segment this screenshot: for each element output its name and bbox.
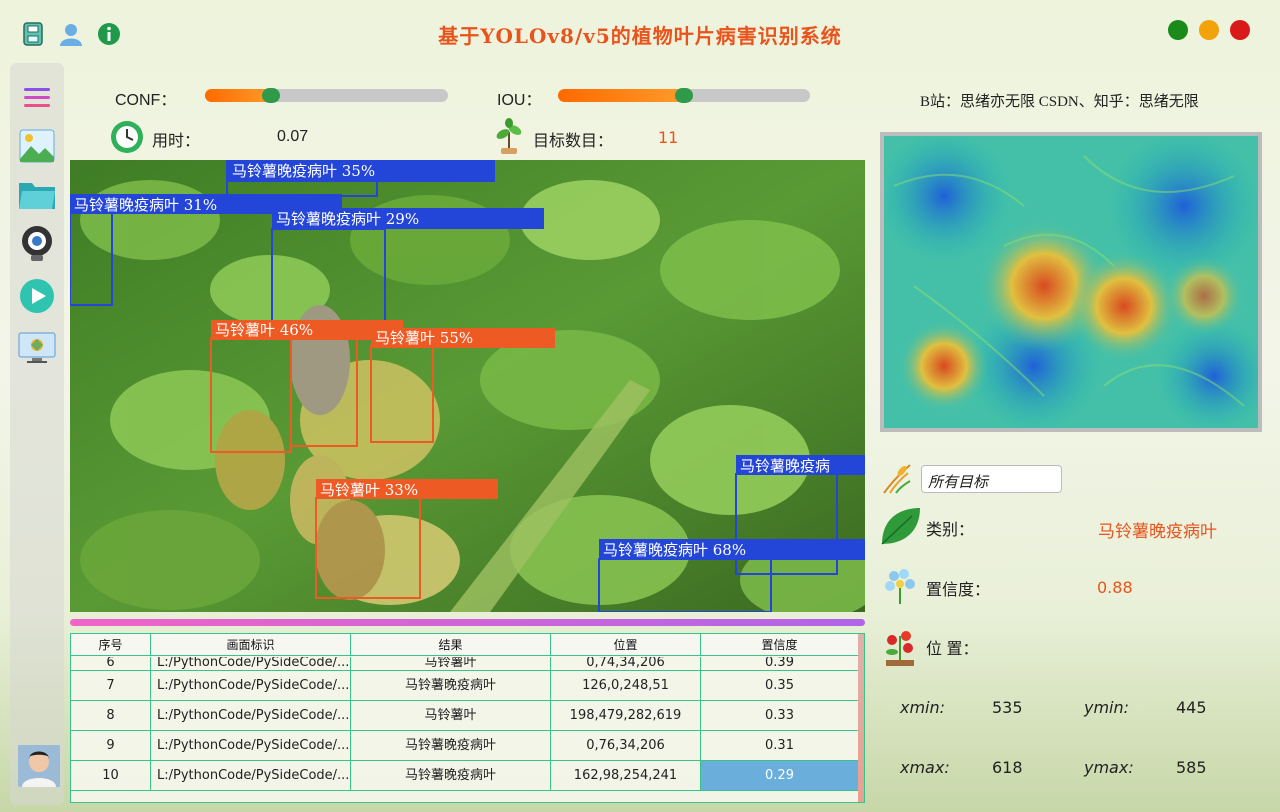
- table-cell: 0,74,34,206: [551, 657, 701, 670]
- detection-label: 马铃薯叶 33%: [320, 481, 418, 499]
- plant-icon: [495, 118, 523, 158]
- time-value: 0.07: [277, 128, 309, 145]
- close-button[interactable]: [1230, 20, 1250, 40]
- conf-label: CONF：: [115, 92, 177, 109]
- table-cell: 198,479,282,619: [551, 701, 701, 730]
- iou-slider[interactable]: [558, 88, 810, 103]
- detection-label: 马铃薯晚疫病叶 68%: [603, 541, 746, 559]
- table-cell-selected: 0.29: [701, 761, 859, 790]
- xmax-value: 618: [992, 758, 1023, 777]
- table-header-cell[interactable]: 序号: [71, 634, 151, 655]
- table-row[interactable]: 7 L:/PythonCode/PySideCode/... 马铃薯晚疫病叶 1…: [71, 671, 859, 701]
- class-value: 马铃薯晚疫病叶: [1098, 522, 1217, 542]
- table-cell: 6: [71, 657, 151, 670]
- image-progress-bar: [70, 619, 865, 626]
- table-scrollbar-thumb[interactable]: [858, 634, 864, 802]
- table-row[interactable]: 10 L:/PythonCode/PySideCode/... 马铃薯晚疫病叶 …: [71, 761, 859, 791]
- table-cell: 马铃薯叶: [351, 657, 551, 670]
- time-label: 用时：: [152, 133, 201, 150]
- ymin-value: 445: [1176, 698, 1207, 717]
- table-cell: 0.39: [701, 657, 859, 670]
- table-header: 序号 画面标识 结果 位置 置信度: [71, 634, 859, 656]
- table-cell: 马铃薯晚疫病叶: [351, 761, 551, 790]
- table-header-cell[interactable]: 结果: [351, 634, 551, 655]
- tomato-plant-icon: [880, 626, 920, 670]
- table-cell: 0,76,34,206: [551, 731, 701, 760]
- table-cell: 10: [71, 761, 151, 790]
- table-cell: L:/PythonCode/PySideCode/...: [151, 761, 351, 790]
- results-table: 序号 画面标识 结果 位置 置信度 6 L:/PythonCode/PySide…: [70, 633, 865, 803]
- table-row[interactable]: 6 L:/PythonCode/PySideCode/... 马铃薯叶 0,74…: [71, 657, 859, 671]
- confidence-label: 置信度：: [926, 582, 991, 599]
- table-row[interactable]: 8 L:/PythonCode/PySideCode/... 马铃薯叶 198,…: [71, 701, 859, 731]
- table-cell: L:/PythonCode/PySideCode/...: [151, 731, 351, 760]
- table-header-cell[interactable]: 置信度: [701, 634, 859, 655]
- ymin-label: ymin:: [1084, 698, 1130, 717]
- detection-label: 马铃薯晚疫病: [740, 457, 830, 475]
- table-cell: L:/PythonCode/PySideCode/...: [151, 671, 351, 700]
- xmax-label: xmax:: [900, 758, 950, 777]
- table-header-cell[interactable]: 画面标识: [151, 634, 351, 655]
- position-label: 位 置：: [926, 641, 979, 658]
- clock-icon: [110, 120, 144, 158]
- menu-icon[interactable]: [18, 79, 56, 117]
- table-header-cell[interactable]: 位置: [551, 634, 701, 655]
- table-cell: 7: [71, 671, 151, 700]
- detection-label: 马铃薯叶 46%: [215, 321, 313, 339]
- table-cell: L:/PythonCode/PySideCode/...: [151, 701, 351, 730]
- minimize-button[interactable]: [1199, 20, 1219, 40]
- monitor-icon[interactable]: [18, 329, 56, 367]
- conf-slider-handle[interactable]: [262, 88, 280, 103]
- confidence-value: 0.88: [1097, 578, 1133, 597]
- detection-label: 马铃薯晚疫病叶 35%: [232, 162, 375, 180]
- table-cell: 126,0,248,51: [551, 671, 701, 700]
- maximize-button[interactable]: [1168, 20, 1188, 40]
- avatar[interactable]: [18, 745, 60, 787]
- count-label: 目标数目：: [533, 133, 614, 150]
- folder-icon[interactable]: [18, 176, 56, 214]
- sidebar: [10, 63, 64, 805]
- heatmap-image[interactable]: [874, 126, 1274, 436]
- ymax-value: 585: [1176, 758, 1207, 777]
- window-controls: [1168, 20, 1250, 40]
- detection-image[interactable]: 马铃薯晚疫病叶 35% 马铃薯晚疫病叶 31% 马铃薯晚疫病叶 29% 马铃薯叶…: [70, 160, 865, 612]
- table-cell: 9: [71, 731, 151, 760]
- image-icon[interactable]: [18, 127, 56, 165]
- table-cell: 马铃薯晚疫病叶: [351, 671, 551, 700]
- app-title: 基于YOLOv8/v5的植物叶片病害识别系统: [438, 24, 842, 48]
- flower-icon: [882, 566, 918, 608]
- leaf-icon: [878, 504, 922, 552]
- class-label: 类别：: [926, 522, 975, 539]
- table-cell: 162,98,254,241: [551, 761, 701, 790]
- camera-icon[interactable]: [18, 225, 56, 263]
- detection-label: 马铃薯叶 55%: [375, 329, 473, 347]
- table-cell: 0.33: [701, 701, 859, 730]
- table-scrollbar[interactable]: [858, 634, 864, 802]
- table-row[interactable]: 9 L:/PythonCode/PySideCode/... 马铃薯晚疫病叶 0…: [71, 731, 859, 761]
- detection-label: 马铃薯晚疫病叶 29%: [276, 210, 419, 228]
- play-icon[interactable]: [18, 277, 56, 315]
- table-cell: 马铃薯叶: [351, 701, 551, 730]
- table-body: 6 L:/PythonCode/PySideCode/... 马铃薯叶 0,74…: [71, 657, 859, 791]
- table-cell: 马铃薯晚疫病叶: [351, 731, 551, 760]
- ymax-label: ymax:: [1084, 758, 1134, 777]
- table-cell: 0.35: [701, 671, 859, 700]
- iou-label: IOU：: [497, 92, 542, 109]
- target-select[interactable]: 所有目标: [921, 465, 1062, 493]
- xmin-label: xmin:: [900, 698, 946, 717]
- conf-slider[interactable]: [205, 88, 448, 103]
- iou-slider-handle[interactable]: [675, 88, 693, 103]
- xmin-value: 535: [992, 698, 1023, 717]
- table-cell: L:/PythonCode/PySideCode/...: [151, 657, 351, 670]
- count-value: 11: [658, 128, 679, 147]
- wheat-icon: [880, 461, 914, 499]
- table-cell: 0.31: [701, 731, 859, 760]
- detection-label: 马铃薯晚疫病叶 31%: [74, 196, 217, 214]
- credit-text: B站：思绪亦无限 CSDN、知乎：思绪无限: [920, 94, 1199, 110]
- table-cell: 8: [71, 701, 151, 730]
- iou-slider-fill: [558, 89, 684, 102]
